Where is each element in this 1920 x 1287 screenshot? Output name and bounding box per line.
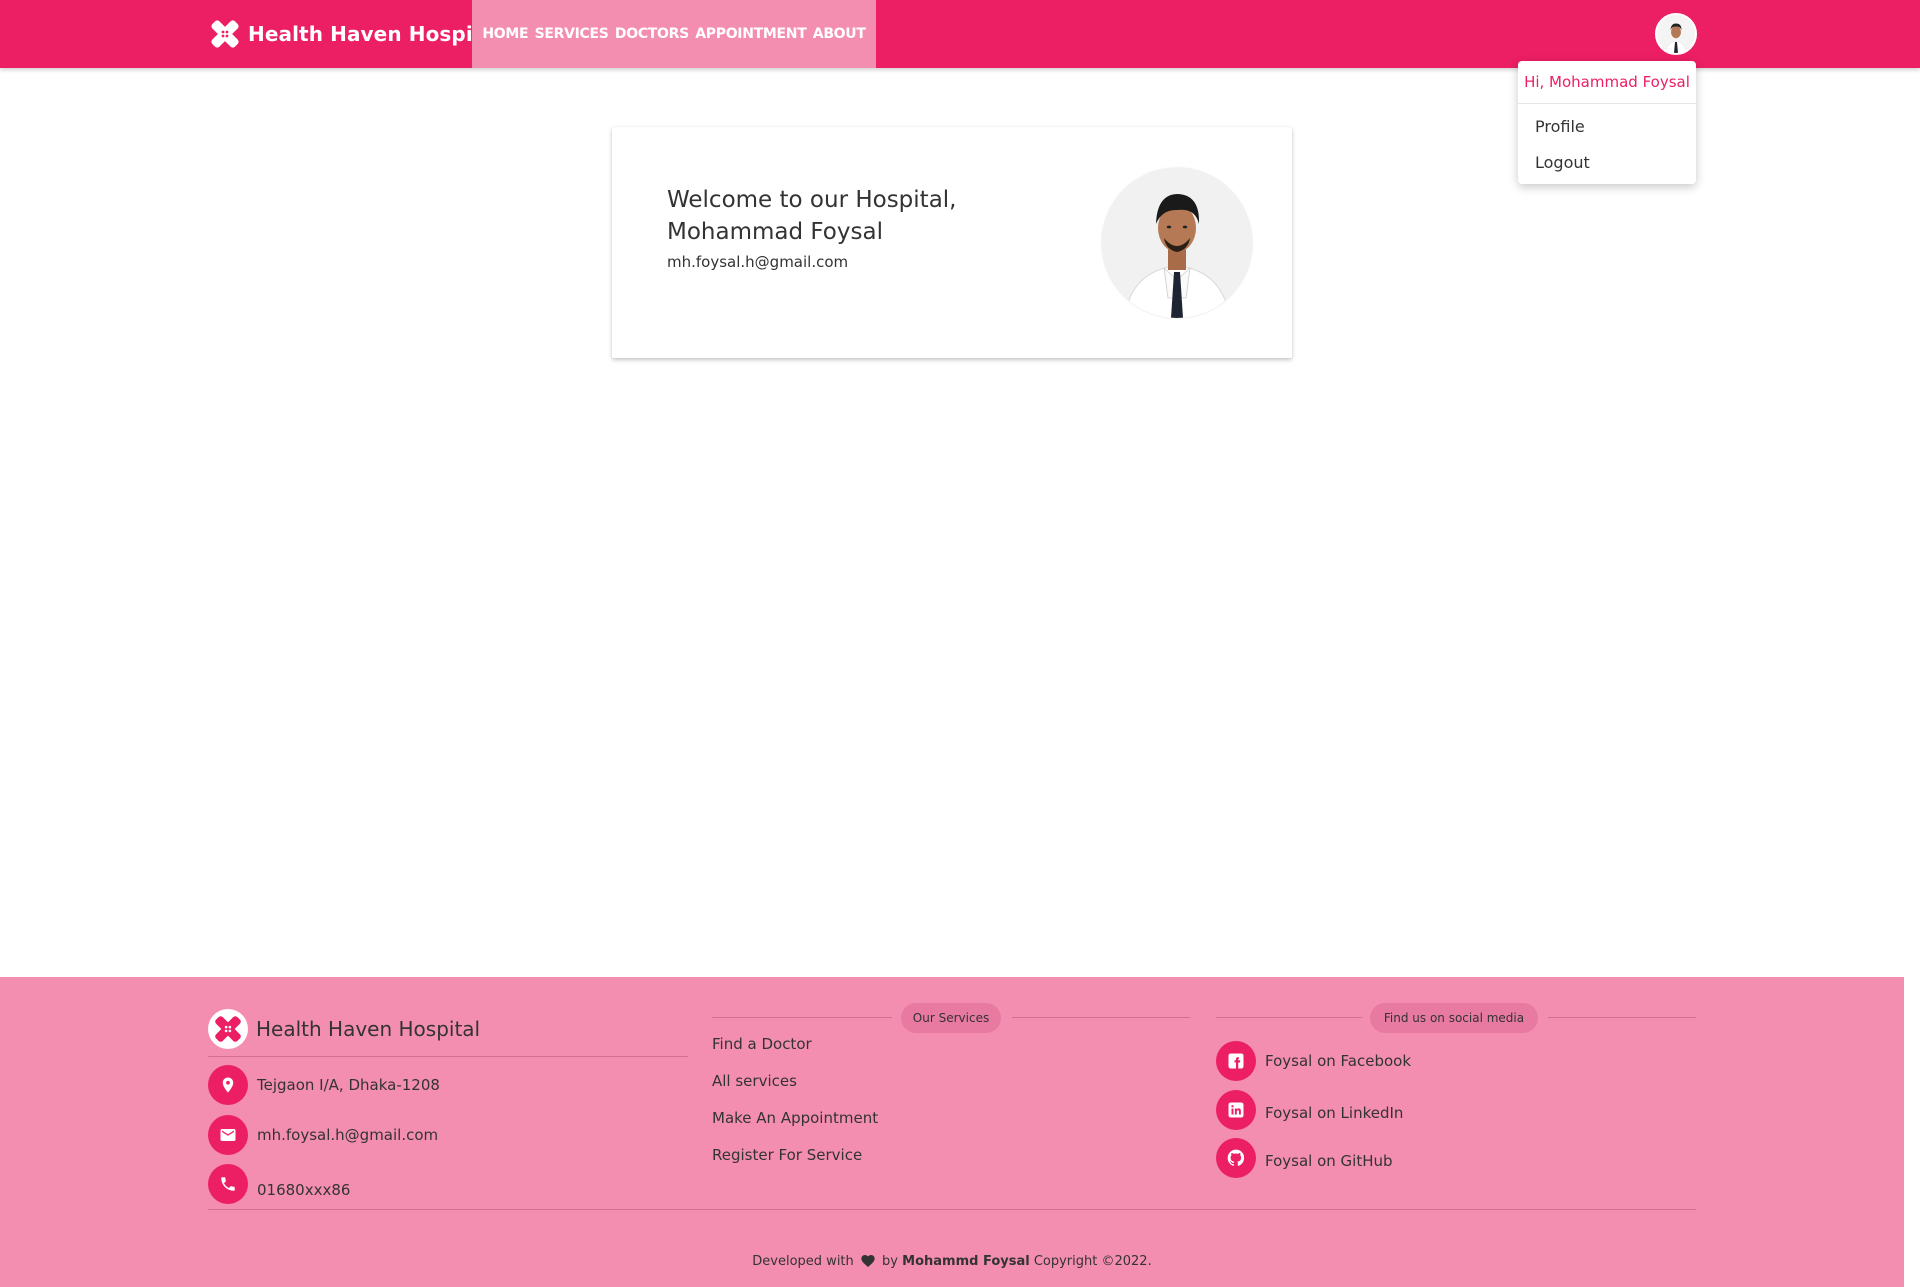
copyright-by: by <box>882 1254 898 1269</box>
user-photo <box>1657 15 1695 53</box>
footer: Health Haven Hospital Tejgaon I/A, Dhaka… <box>0 977 1904 1287</box>
nav-services[interactable]: SERVICES <box>535 26 609 42</box>
social-heading: Find us on social media <box>1216 1001 1696 1033</box>
nav-links: HOME SERVICES DOCTORS APPOINTMENT ABOUT <box>472 0 876 68</box>
facebook-icon <box>1216 1041 1256 1081</box>
contact-address: Tejgaon I/A, Dhaka-1208 <box>208 1065 440 1105</box>
copyright-suffix: Copyright ©2022. <box>1033 1254 1152 1269</box>
nav-home[interactable]: HOME <box>482 26 528 42</box>
facebook-link-text: Foysal on Facebook <box>1265 1052 1412 1070</box>
social-heading-pill: Find us on social media <box>1370 1003 1538 1033</box>
person-photo-icon <box>1102 168 1252 318</box>
user-dropdown-menu: Hi, Mohammad Foysal Profile Logout <box>1518 61 1696 184</box>
service-all-services[interactable]: All services <box>712 1072 797 1090</box>
github-link-text: Foysal on GitHub <box>1265 1152 1393 1170</box>
nav-doctors[interactable]: DOCTORS <box>615 26 689 42</box>
copyright-author[interactable]: Mohammd Foysal <box>902 1254 1030 1269</box>
services-heading-line-left <box>712 1017 892 1018</box>
social-heading-line-right <box>1548 1017 1696 1018</box>
service-find-doctor[interactable]: Find a Doctor <box>712 1035 812 1053</box>
contact-phone: 01680xxx86 <box>208 1164 350 1204</box>
dropdown-greeting: Hi, Mohammad Foysal <box>1518 61 1696 104</box>
welcome-line2: Mohammad Foysal <box>667 219 883 245</box>
nav-about[interactable]: ABOUT <box>813 26 866 42</box>
social-facebook[interactable]: Foysal on Facebook <box>1216 1041 1411 1081</box>
user-avatar-icon[interactable] <box>1655 13 1697 55</box>
navbar: Health Haven Hospital HOME SERVICES DOCT… <box>0 0 1920 68</box>
footer-bottom-divider <box>208 1209 1696 1210</box>
heart-icon <box>861 1255 875 1267</box>
dropdown-profile[interactable]: Profile <box>1518 108 1696 144</box>
email-text: mh.foysal.h@gmail.com <box>257 1126 439 1144</box>
footer-brand[interactable]: Health Haven Hospital <box>208 1009 480 1049</box>
profile-photo <box>1102 168 1252 318</box>
service-register[interactable]: Register For Service <box>712 1146 862 1164</box>
brand-title: Health Haven Hospital <box>248 22 504 46</box>
github-icon <box>1216 1138 1256 1178</box>
phone-text: 01680xxx86 <box>257 1181 351 1199</box>
social-github[interactable]: Foysal on GitHub <box>1216 1138 1393 1178</box>
social-heading-line-left <box>1216 1017 1362 1018</box>
hospital-logo-icon <box>211 20 239 48</box>
footer-logo-icon <box>208 1009 248 1049</box>
mail-icon <box>208 1115 248 1155</box>
services-heading-line-right <box>1012 1017 1190 1018</box>
linkedin-link-text: Foysal on LinkedIn <box>1265 1104 1404 1122</box>
footer-divider <box>208 1056 688 1057</box>
welcome-title: Welcome to our Hospital, Mohammad Foysal <box>667 184 997 248</box>
contact-email: mh.foysal.h@gmail.com <box>208 1115 438 1155</box>
service-make-appointment[interactable]: Make An Appointment <box>712 1109 878 1127</box>
dropdown-logout[interactable]: Logout <box>1518 144 1696 180</box>
social-linkedin[interactable]: Foysal on LinkedIn <box>1216 1090 1403 1130</box>
footer-brand-title: Health Haven Hospital <box>256 1017 481 1041</box>
welcome-card: Welcome to our Hospital, Mohammad Foysal… <box>612 127 1292 358</box>
services-heading-pill: Our Services <box>901 1003 1001 1033</box>
brand[interactable]: Health Haven Hospital <box>208 0 503 68</box>
linkedin-icon <box>1216 1090 1256 1130</box>
nav-appointment[interactable]: APPOINTMENT <box>695 26 807 42</box>
address-text: Tejgaon I/A, Dhaka-1208 <box>257 1076 440 1094</box>
copyright-prefix: Developed with <box>752 1254 854 1269</box>
phone-icon <box>208 1164 248 1204</box>
welcome-line1: Welcome to our Hospital, <box>667 187 957 213</box>
services-heading: Our Services <box>712 1001 1190 1033</box>
welcome-email: mh.foysal.h@gmail.com <box>667 253 849 271</box>
location-pin-icon <box>208 1065 248 1105</box>
copyright: Developed with by Mohammd Foysal Copyrig… <box>0 1253 1904 1269</box>
